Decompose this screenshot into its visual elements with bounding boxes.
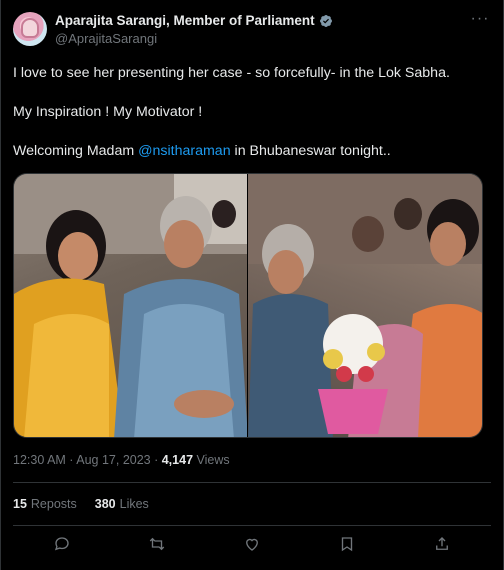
- views-count: 4,147: [161, 453, 194, 467]
- author-display-name[interactable]: Aparajita Sarangi, Member of Parliament: [55, 13, 315, 28]
- more-icon[interactable]: ···: [469, 11, 491, 32]
- meta-separator-2: ·: [150, 453, 162, 467]
- divider: [13, 482, 491, 483]
- photo-left-art: [14, 174, 247, 437]
- author-handle[interactable]: @AprajitaSarangi: [55, 31, 333, 46]
- reposts-count: 15: [13, 497, 27, 511]
- tweet-line-3-suffix: in Bhubaneswar tonight..: [230, 143, 391, 159]
- photo-right-art: [247, 174, 482, 437]
- author-block: Aparajita Sarangi, Member of Parliament …: [55, 13, 333, 46]
- reply-icon[interactable]: [51, 533, 73, 555]
- avatar[interactable]: [13, 12, 47, 46]
- views-label: Views: [193, 453, 230, 467]
- like-icon[interactable]: [241, 533, 263, 555]
- tweet-date[interactable]: Aug 17, 2023: [76, 453, 150, 467]
- tweet-line-1: I love to see her presenting her case - …: [13, 65, 450, 81]
- tweet-time[interactable]: 12:30 AM: [13, 453, 66, 467]
- media-grid: [13, 173, 483, 438]
- tweet-line-3: Welcoming Madam @nsitharaman in Bhubanes…: [13, 142, 493, 161]
- photo-right[interactable]: [247, 174, 482, 437]
- photo-left[interactable]: [14, 174, 247, 437]
- meta-separator-1: ·: [65, 453, 77, 467]
- verified-badge-icon: [319, 14, 332, 27]
- mention-link[interactable]: @nsitharaman: [138, 143, 230, 159]
- engagement-stats: 15 Reposts 380 Likes: [13, 497, 149, 511]
- divider: [13, 525, 491, 526]
- share-icon[interactable]: [431, 533, 453, 555]
- tweet-text: I love to see her presenting her case - …: [13, 64, 493, 161]
- reposts-stat[interactable]: 15 Reposts: [13, 497, 77, 511]
- tweet-line-3-prefix: Welcoming Madam: [13, 143, 139, 159]
- tweet-line-2: My Inspiration ! My Motivator !: [13, 104, 203, 120]
- tweet-timestamp: 12:30 AM · Aug 17, 2023 · 4,147 Views: [13, 453, 230, 467]
- likes-count: 380: [94, 497, 116, 511]
- tweet-header: Aparajita Sarangi, Member of Parliament …: [13, 11, 491, 48]
- likes-label: Likes: [119, 497, 149, 511]
- action-bar: [13, 533, 491, 559]
- tweet-card: Aparajita Sarangi, Member of Parliament …: [0, 0, 504, 570]
- repost-icon[interactable]: [146, 533, 168, 555]
- likes-stat[interactable]: 380 Likes: [95, 497, 149, 511]
- reposts-label: Reposts: [30, 497, 77, 511]
- bookmark-icon[interactable]: [336, 533, 358, 555]
